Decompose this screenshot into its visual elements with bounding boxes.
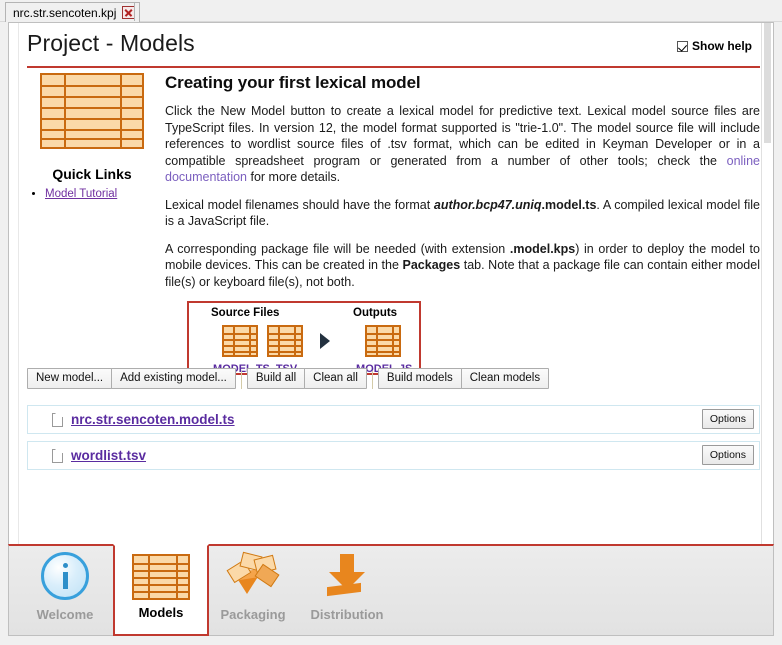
diagram-source-label: Source Files: [211, 307, 280, 319]
tab-welcome-label: Welcome: [36, 607, 94, 622]
paragraph-2-lead: Lexical model filenames should have the …: [165, 197, 434, 212]
package-box-icon: [225, 551, 281, 600]
page-title: Project - Models: [27, 30, 195, 56]
help-paragraph-2: Lexical model filenames should have the …: [165, 197, 760, 230]
project-panel: Project - Models Show help Quick Links •…: [8, 22, 774, 623]
tab-packaging[interactable]: Packaging: [205, 544, 301, 636]
paragraph-1-text: Click the New Model button to create a l…: [165, 104, 760, 168]
checkbox-checked-icon[interactable]: [677, 40, 688, 52]
paragraph-1-tail: for more details.: [247, 170, 341, 184]
tab-packaging-label: Packaging: [220, 607, 286, 622]
build-all-button[interactable]: Build all: [246, 368, 306, 389]
clean-models-button[interactable]: Clean models: [460, 368, 550, 389]
show-help-label: Show help: [692, 39, 752, 53]
build-models-button[interactable]: Build models: [377, 368, 462, 389]
panel-content: Project - Models Show help Quick Links •…: [19, 23, 773, 622]
tab-models[interactable]: Models: [113, 544, 209, 636]
file-icon: [52, 412, 63, 427]
help-section-title: Creating your first lexical model: [165, 73, 421, 92]
paragraph-3-lead: A corresponding package file will be nee…: [165, 241, 510, 256]
tab-distribution-label: Distribution: [310, 607, 384, 622]
document-tab-strip: nrc.str.sencoten.kpj: [0, 0, 782, 22]
model-kps-extension: .model.kps: [509, 241, 576, 256]
table-row[interactable]: nrc.str.sencoten.model.ts Options: [27, 405, 760, 434]
file-name-link[interactable]: nrc.str.sencoten.model.ts: [71, 412, 235, 427]
document-tab-label: nrc.str.sencoten.kpj: [13, 5, 117, 20]
document-tab-nrc-str-sencoten-kpj[interactable]: nrc.str.sencoten.kpj: [5, 2, 141, 22]
download-arrow-icon: [319, 552, 375, 600]
help-text-column: Creating your first lexical model Click …: [165, 73, 760, 375]
model-file-list: nrc.str.sencoten.model.ts Options wordli…: [27, 405, 760, 477]
tab-models-label: Models: [138, 605, 184, 620]
left-gutter: [9, 23, 19, 622]
info-icon: [41, 552, 89, 600]
help-paragraph-1: Click the New Model button to create a l…: [165, 103, 760, 186]
model-grid-icon: [40, 73, 144, 149]
header-divider: [27, 66, 760, 68]
quick-link-model-tutorial[interactable]: Model Tutorial: [45, 188, 117, 200]
options-button[interactable]: Options: [701, 445, 754, 465]
page-header: Project - Models Show help: [19, 23, 773, 68]
help-paragraph-3: A corresponding package file will be nee…: [165, 241, 760, 291]
new-model-button[interactable]: New model...: [27, 368, 113, 389]
tab-strip-divider: [134, 2, 135, 21]
filename-format-suffix: .model.ts: [541, 197, 597, 212]
tab-welcome[interactable]: Welcome: [17, 544, 113, 636]
list-item: Model Tutorial: [45, 188, 157, 200]
options-button[interactable]: Options: [701, 409, 754, 429]
filename-format-emphasis: author.bcp47.uniq: [433, 197, 542, 212]
file-name-link[interactable]: wordlist.tsv: [71, 448, 146, 463]
models-toolbar: New model... Add existing model... Build…: [27, 368, 550, 389]
packages-tab-reference: Packages: [402, 258, 461, 272]
bottom-tab-bar: Welcome Models Packaging Distribution: [8, 544, 774, 636]
table-row[interactable]: wordlist.tsv Options: [27, 441, 760, 470]
build-flow-diagram: Source Files Outputs .MODEL.TS: [187, 301, 421, 375]
model-grid-icon: [364, 325, 401, 357]
add-existing-model-button[interactable]: Add existing model...: [111, 368, 236, 389]
clean-all-button[interactable]: Clean all: [304, 368, 367, 389]
quick-links-panel: Quick Links Model Tutorial: [27, 73, 157, 202]
show-help-checkbox[interactable]: Show help: [677, 39, 752, 53]
arrow-right-icon: [320, 333, 330, 349]
quick-links-title: Quick Links: [52, 166, 132, 182]
model-grid-icon: [132, 554, 190, 600]
application-window: nrc.str.sencoten.kpj Project - Models Sh…: [0, 0, 782, 645]
tab-distribution[interactable]: Distribution: [299, 544, 395, 636]
model-grid-icon: [267, 325, 303, 357]
diagram-outputs-label: Outputs: [353, 307, 398, 319]
model-grid-icon: [221, 325, 258, 357]
file-icon: [52, 448, 63, 463]
quick-links-list: Model Tutorial: [27, 188, 157, 200]
